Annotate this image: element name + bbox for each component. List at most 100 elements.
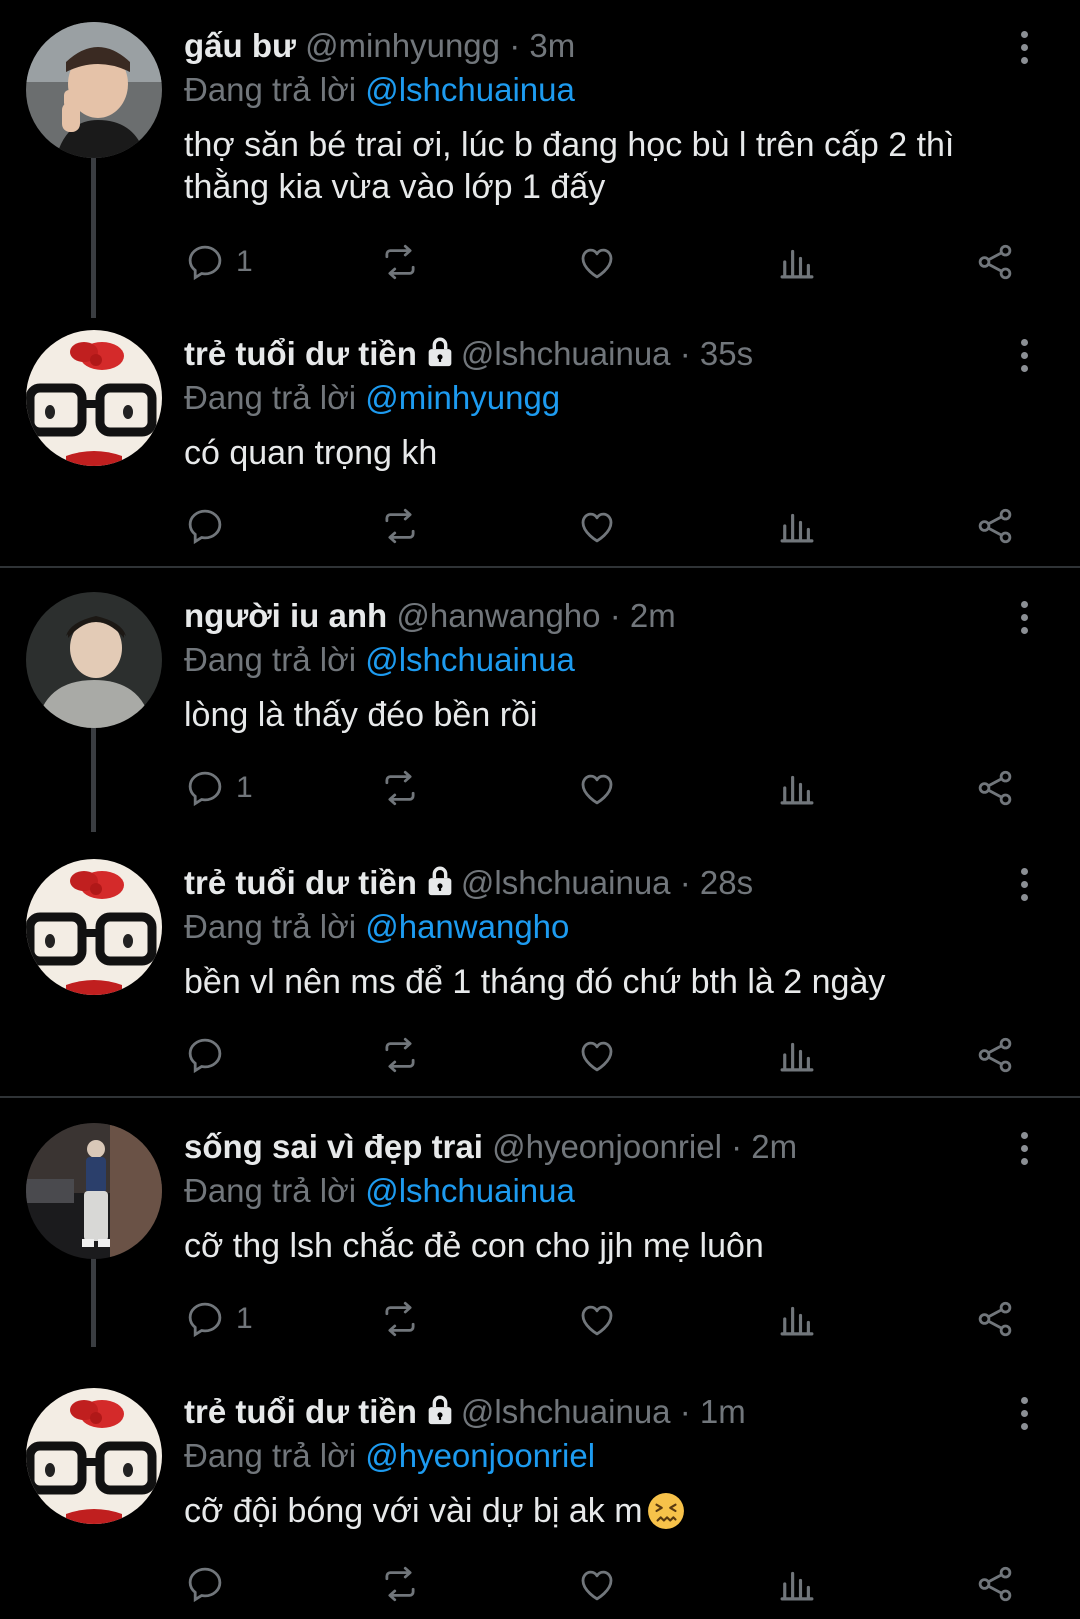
reply-button[interactable] bbox=[184, 504, 236, 548]
analytics-icon bbox=[780, 775, 814, 805]
reply-button[interactable] bbox=[184, 1033, 236, 1077]
reply-mention[interactable]: @lshchuainua bbox=[365, 1172, 575, 1209]
avatar[interactable] bbox=[26, 592, 162, 728]
avatar-photo-icon bbox=[26, 592, 162, 728]
retweet-button[interactable] bbox=[379, 1562, 421, 1606]
like-button[interactable] bbox=[576, 766, 618, 810]
share-button[interactable] bbox=[974, 1033, 1016, 1077]
retweet-button[interactable] bbox=[379, 1297, 421, 1341]
more-options-icon[interactable] bbox=[1012, 865, 1036, 905]
analytics-icon bbox=[780, 1306, 814, 1336]
like-button[interactable] bbox=[576, 1562, 618, 1606]
tweet-text: bền vl nên ms để 1 tháng đó chứ bth là 2… bbox=[184, 963, 886, 1001]
heart-icon bbox=[581, 512, 613, 543]
hello-kitty-avatar-icon bbox=[26, 859, 162, 995]
avatar[interactable] bbox=[26, 22, 162, 158]
retweet-button[interactable] bbox=[379, 240, 421, 284]
reply-count: 1 bbox=[236, 771, 253, 804]
analytics-icon bbox=[780, 1571, 814, 1601]
user-handle[interactable]: @hanwangho bbox=[396, 597, 600, 634]
like-button[interactable] bbox=[576, 240, 618, 284]
reply-button[interactable] bbox=[184, 1562, 236, 1606]
share-icon bbox=[978, 1566, 1012, 1602]
retweet-icon bbox=[385, 770, 415, 806]
conversation-divider bbox=[0, 1096, 1080, 1098]
share-button[interactable] bbox=[974, 1297, 1016, 1341]
user-handle[interactable]: @lshchuainua bbox=[461, 335, 671, 372]
reply-count: 1 bbox=[236, 1302, 253, 1335]
reply-button[interactable]: 1 bbox=[184, 240, 253, 284]
more-options-icon[interactable] bbox=[1012, 1394, 1036, 1434]
reply-icon bbox=[188, 245, 222, 281]
share-button[interactable] bbox=[974, 504, 1016, 548]
share-icon bbox=[978, 1301, 1012, 1337]
reply-mention[interactable]: @lshchuainua bbox=[365, 641, 575, 678]
user-handle[interactable]: @lshchuainua bbox=[461, 1393, 671, 1430]
hello-kitty-avatar-icon bbox=[26, 330, 162, 466]
analytics-button[interactable] bbox=[776, 1562, 818, 1606]
retweet-icon bbox=[385, 1301, 415, 1337]
reply-mention[interactable]: @hyeonjoonriel bbox=[365, 1437, 595, 1474]
more-options-icon[interactable] bbox=[1012, 598, 1036, 638]
display-name[interactable]: sống sai vì đẹp trai bbox=[184, 1128, 483, 1165]
share-icon bbox=[978, 1037, 1012, 1073]
analytics-icon bbox=[780, 249, 814, 279]
tweet-actions: 1 bbox=[0, 240, 1080, 284]
timestamp: · 28s bbox=[679, 864, 754, 901]
lock-icon bbox=[428, 1395, 452, 1425]
analytics-button[interactable] bbox=[776, 1033, 818, 1077]
reply-icon bbox=[188, 1567, 222, 1603]
reply-count: 1 bbox=[236, 245, 253, 278]
user-handle[interactable]: @minhyungg bbox=[305, 27, 500, 64]
tweet-text: cỡ thg lsh chắc đẻ con cho jjh mẹ luôn bbox=[184, 1227, 764, 1265]
like-button[interactable] bbox=[576, 504, 618, 548]
user-handle[interactable]: @hyeonjoonriel bbox=[492, 1128, 722, 1165]
like-button[interactable] bbox=[576, 1033, 618, 1077]
avatar[interactable] bbox=[26, 1123, 162, 1259]
display-name[interactable]: trẻ tuổi dư tiền bbox=[184, 335, 417, 372]
reply-prefix: Đang trả lời bbox=[184, 1437, 357, 1474]
display-name[interactable]: gấu bư bbox=[184, 27, 296, 64]
reply-mention[interactable]: @lshchuainua bbox=[365, 71, 575, 108]
retweet-button[interactable] bbox=[379, 766, 421, 810]
analytics-button[interactable] bbox=[776, 1297, 818, 1341]
heart-icon bbox=[581, 1570, 613, 1601]
analytics-button[interactable] bbox=[776, 504, 818, 548]
reply-mention[interactable]: @hanwangho bbox=[365, 908, 569, 945]
retweet-button[interactable] bbox=[379, 1033, 421, 1077]
more-options-icon[interactable] bbox=[1012, 336, 1036, 376]
share-button[interactable] bbox=[974, 240, 1016, 284]
more-options-icon[interactable] bbox=[1012, 1129, 1036, 1169]
reply-prefix: Đang trả lời bbox=[184, 379, 357, 416]
avatar-photo-icon bbox=[26, 22, 162, 158]
display-name[interactable]: trẻ tuổi dư tiền bbox=[184, 864, 417, 901]
analytics-button[interactable] bbox=[776, 240, 818, 284]
avatar[interactable] bbox=[26, 330, 162, 466]
analytics-button[interactable] bbox=[776, 766, 818, 810]
timestamp: · 1m bbox=[679, 1393, 746, 1430]
user-handle[interactable]: @lshchuainua bbox=[461, 864, 671, 901]
retweet-icon bbox=[385, 244, 415, 280]
share-button[interactable] bbox=[974, 1562, 1016, 1606]
tweet-text: thợ săn bé trai ơi, lúc b đang học bù l … bbox=[184, 126, 955, 206]
display-name[interactable]: trẻ tuổi dư tiền bbox=[184, 1393, 417, 1430]
share-button[interactable] bbox=[974, 766, 1016, 810]
retweet-icon bbox=[385, 1037, 415, 1073]
analytics-icon bbox=[780, 513, 814, 543]
like-button[interactable] bbox=[576, 1297, 618, 1341]
reply-prefix: Đang trả lời bbox=[184, 1172, 357, 1209]
conversation-divider bbox=[0, 566, 1080, 568]
avatar[interactable] bbox=[26, 1388, 162, 1524]
display-name[interactable]: người iu anh bbox=[184, 597, 387, 634]
reply-icon bbox=[188, 1302, 222, 1338]
more-options-icon[interactable] bbox=[1012, 28, 1036, 68]
lock-icon bbox=[428, 337, 452, 367]
tweet-text: cỡ đội bóng với vài dự bị ak m bbox=[184, 1492, 643, 1530]
retweet-button[interactable] bbox=[379, 504, 421, 548]
tweet-actions bbox=[0, 1562, 1080, 1606]
heart-icon bbox=[581, 1041, 613, 1072]
reply-mention[interactable]: @minhyungg bbox=[365, 379, 560, 416]
reply-button[interactable]: 1 bbox=[184, 766, 253, 810]
avatar[interactable] bbox=[26, 859, 162, 995]
reply-button[interactable]: 1 bbox=[184, 1297, 253, 1341]
